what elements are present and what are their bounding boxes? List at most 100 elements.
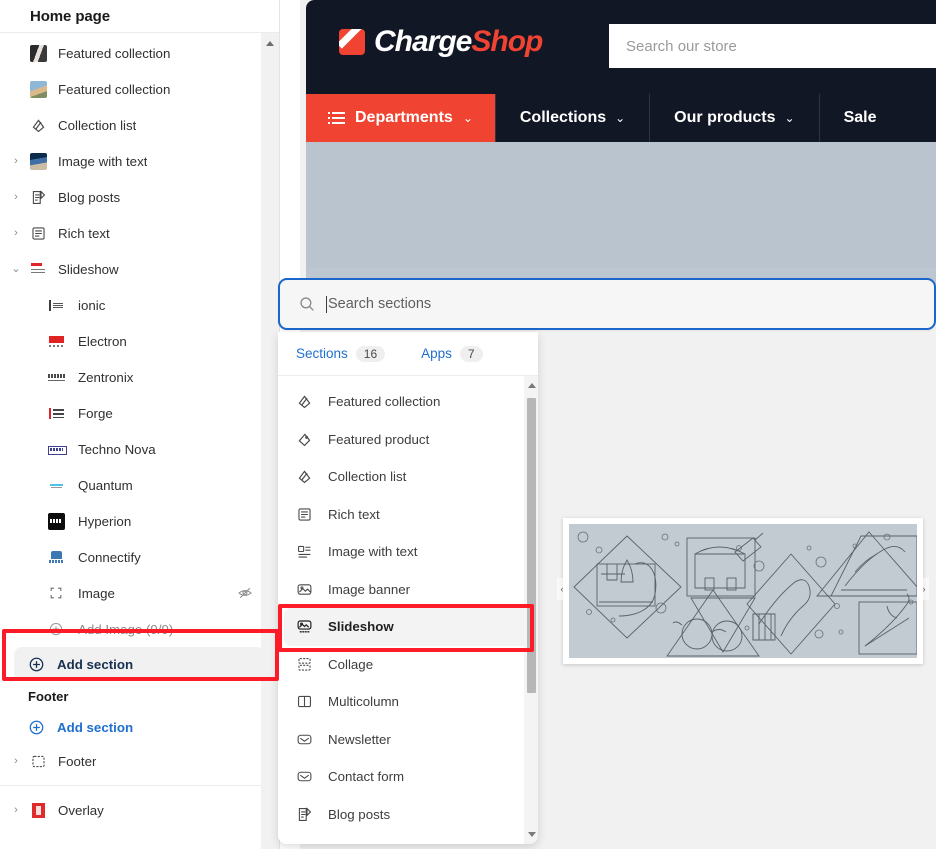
section-option-multicolumn[interactable]: Multicolumn — [284, 683, 532, 721]
rich-text-icon — [26, 225, 50, 242]
tree-item-image-with-text[interactable]: › Image with text — [0, 143, 279, 179]
store-logo[interactable]: ChargeShop — [339, 25, 543, 59]
tree-item-slideshow[interactable]: ⌄ Slideshow — [0, 251, 279, 287]
add-section-label: Add section — [57, 656, 134, 672]
thumbnail-overlay-icon — [26, 801, 50, 819]
section-option-label: Collection list — [328, 469, 407, 485]
tree-item-quantum[interactable]: Quantum — [0, 467, 279, 503]
tree-item-connectify[interactable]: Connectify — [0, 539, 279, 575]
section-option-label: Image with text — [328, 544, 418, 560]
thumbnail-connectify-icon — [44, 548, 68, 566]
section-option-label: Blog posts — [328, 806, 391, 822]
tree-item-image[interactable]: Image — [0, 575, 279, 611]
section-option-collage[interactable]: Collage — [284, 646, 532, 684]
chevron-right-icon[interactable]: › — [6, 804, 26, 816]
store-wordmark: ChargeShop — [374, 25, 543, 59]
section-option-blog-posts[interactable]: Blog posts — [284, 796, 532, 834]
tree-item-label: Zentronix — [78, 369, 134, 385]
tree-item-add-image[interactable]: Add Image (9/9) — [0, 611, 279, 647]
section-option-featured-product[interactable]: Featured product — [284, 421, 532, 459]
add-section-button[interactable]: Add section — [14, 647, 265, 681]
tree-item-techno-nova[interactable]: Techno Nova — [0, 431, 279, 467]
chevron-down-icon: ⌄ — [615, 111, 626, 125]
storefront-header: ChargeShop Search our store Departments … — [306, 0, 936, 142]
tree-item-electron[interactable]: Electron — [0, 323, 279, 359]
tree-item-label: Forge — [78, 405, 113, 421]
chevron-down-icon[interactable]: ⌄ — [6, 263, 26, 275]
section-option-rich-text[interactable]: Rich text — [284, 496, 532, 534]
chevron-right-icon[interactable]: › — [6, 227, 26, 239]
section-option-label: Rich text — [328, 506, 380, 522]
scroll-up-arrow-icon[interactable] — [528, 383, 536, 388]
tree-item-featured-collection-2[interactable]: › Featured collection — [0, 71, 279, 107]
scrollbar-thumb[interactable] — [527, 398, 536, 693]
store-search-input[interactable]: Search our store — [609, 24, 936, 68]
chevron-down-icon: ⌄ — [462, 111, 473, 125]
tree-item-forge[interactable]: Forge — [0, 395, 279, 431]
nav-item-our-products[interactable]: Our products ⌄ — [649, 94, 818, 142]
collection-tag-icon — [296, 393, 318, 410]
tree-item-label: Rich text — [58, 225, 110, 241]
tree-item-ionic[interactable]: ionic — [0, 287, 279, 323]
image-banner-icon — [296, 581, 318, 598]
tree-item-label: Quantum — [78, 477, 133, 493]
tree-item-label: Connectify — [78, 549, 141, 565]
tab-apps[interactable]: Apps 7 — [421, 345, 483, 362]
tree-item-overlay[interactable]: › Overlay — [0, 792, 279, 828]
tab-sections[interactable]: Sections 16 — [296, 345, 386, 362]
section-option-collection-list[interactable]: Collection list — [284, 458, 532, 496]
tab-count-badge: 7 — [459, 345, 483, 362]
footer-add-section-button[interactable]: Add section — [0, 711, 279, 743]
thumbnail-featured-collection-2-icon — [26, 80, 50, 98]
tree-item-rich-text[interactable]: › Rich text — [0, 215, 279, 251]
store-search-placeholder: Search our store — [626, 37, 737, 55]
nav-item-collections[interactable]: Collections ⌄ — [494, 94, 649, 142]
tree-divider — [0, 785, 279, 786]
nav-item-label: Collections — [519, 109, 607, 126]
nav-item-label: Our products — [674, 109, 776, 126]
wordmark-part-1: Charge — [374, 25, 472, 58]
section-option-featured-collection[interactable]: Featured collection — [284, 383, 532, 421]
section-option-image-banner[interactable]: Image banner — [284, 571, 532, 609]
collage-icon — [296, 656, 318, 673]
plus-circle-icon — [44, 621, 68, 637]
footer-group-title: Footer — [0, 681, 279, 711]
app-root: ChargeShop Search our store Departments … — [0, 0, 936, 849]
section-option-contact-form[interactable]: Contact form — [284, 758, 532, 796]
tree-item-featured-collection-1[interactable]: › Featured collection — [0, 35, 279, 71]
section-option-image-with-text[interactable]: Image with text — [284, 533, 532, 571]
search-sections-input[interactable]: Search sections — [278, 278, 936, 330]
logo-mark-icon — [339, 29, 365, 55]
rich-text-icon — [296, 506, 318, 523]
tree-item-zentronix[interactable]: Zentronix — [0, 359, 279, 395]
thumbnail-slideshow-icon — [26, 260, 50, 278]
chevron-down-icon: ⌄ — [784, 111, 795, 125]
tree-item-hyperion[interactable]: Hyperion — [0, 503, 279, 539]
tree-item-label: Slideshow — [58, 261, 119, 277]
footer-layout-icon — [26, 753, 50, 770]
thumbnail-hyperion-icon — [44, 512, 68, 530]
chevron-right-icon[interactable]: › — [6, 155, 26, 167]
departments-button[interactable]: Departments ⌄ — [306, 94, 495, 142]
scroll-down-arrow-icon[interactable] — [528, 832, 536, 837]
section-option-label: Image banner — [328, 581, 411, 597]
page-title: Home page — [30, 7, 110, 25]
thumbnail-ionic-icon — [44, 296, 68, 314]
sidebar-header: Home page — [0, 0, 279, 33]
nav-item-sale[interactable]: Sale — [818, 94, 901, 142]
tree-item-collection-list[interactable]: › Collection list — [0, 107, 279, 143]
chevron-right-icon[interactable]: › — [6, 755, 26, 767]
chevron-right-icon[interactable]: › — [6, 191, 26, 203]
tree-item-label: ionic — [78, 297, 106, 313]
section-option-label: Collage — [328, 656, 374, 672]
sections-list-scrollbar[interactable] — [524, 376, 538, 844]
theme-editor-sidebar: Home page › Featured collection › Featur… — [0, 0, 280, 849]
section-option-slideshow[interactable]: Slideshow — [284, 608, 532, 646]
tree-item-blog-posts[interactable]: › Blog posts — [0, 179, 279, 215]
hidden-eye-icon[interactable] — [237, 585, 253, 601]
tab-label: Sections — [296, 346, 348, 361]
product-tag-icon — [296, 431, 318, 448]
tree-item-label: Collection list — [58, 117, 137, 133]
section-option-newsletter[interactable]: Newsletter — [284, 721, 532, 759]
tree-item-footer[interactable]: › Footer — [0, 743, 279, 779]
